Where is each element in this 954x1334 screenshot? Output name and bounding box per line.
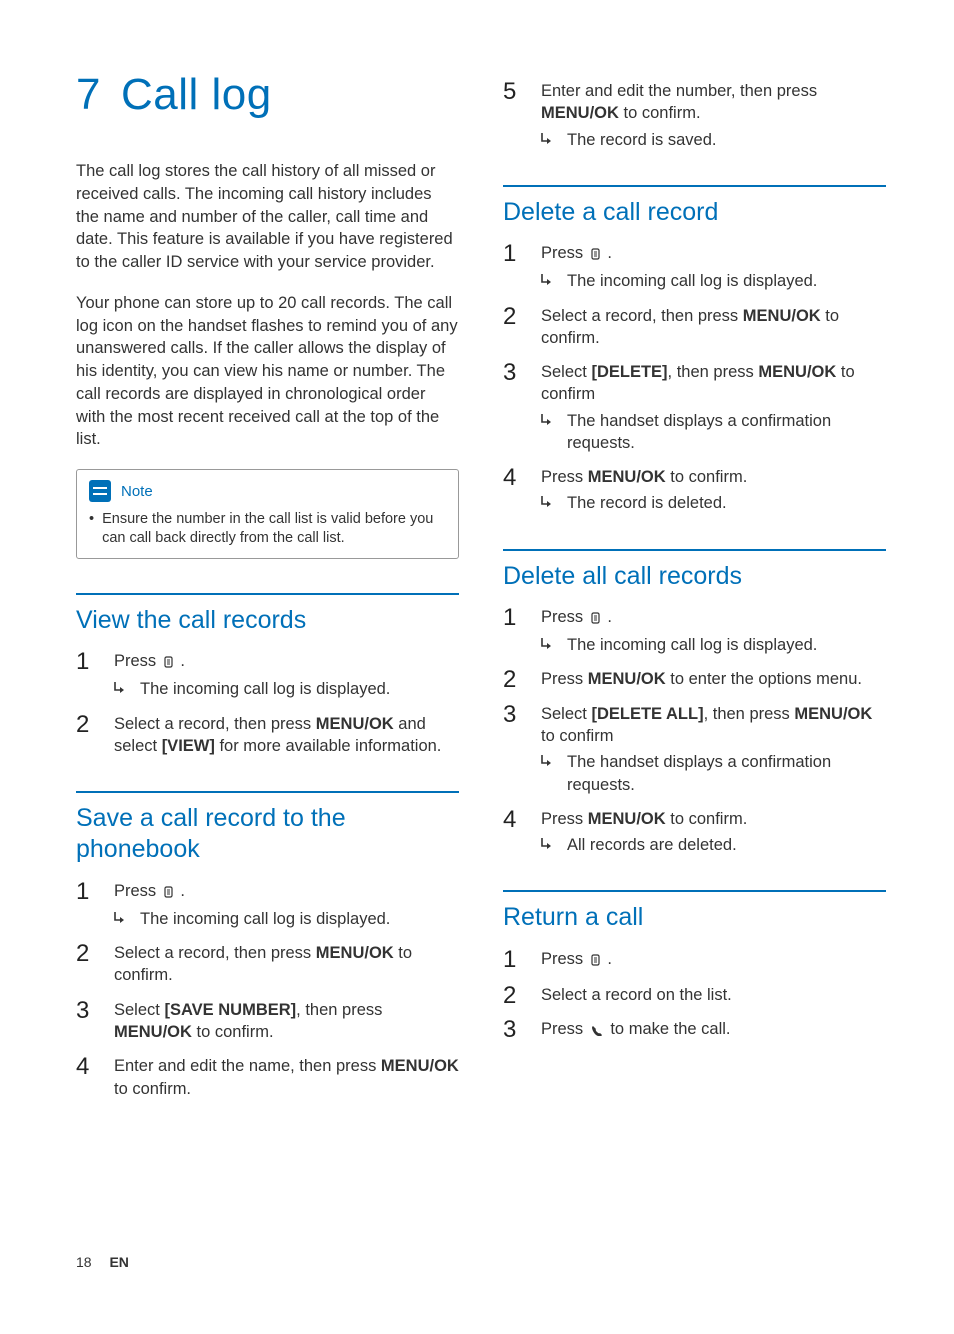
calllog-icon <box>590 244 601 266</box>
steps-save-cont: Enter and edit the number, then press ME… <box>503 80 886 151</box>
section-rule <box>76 791 459 793</box>
page-number: 18 <box>76 1254 92 1270</box>
step: Press . The incoming call log is display… <box>503 606 886 657</box>
step: Select a record on the list. <box>503 984 886 1006</box>
steps-view: Press . The incoming call log is display… <box>76 650 459 757</box>
result-text: The handset displays a confirmation requ… <box>567 751 886 796</box>
step: Press . The incoming call log is display… <box>503 242 886 293</box>
result-arrow-icon <box>541 410 557 455</box>
step: Press . <box>503 948 886 972</box>
step: Enter and edit the number, then press ME… <box>503 80 886 151</box>
step: Select [DELETE], then press MENU/OK to c… <box>503 361 886 454</box>
note-box: Note • Ensure the number in the call lis… <box>76 469 459 559</box>
section-rule <box>76 593 459 595</box>
section-title-save: Save a call record to the phonebook <box>76 803 459 866</box>
section-rule <box>503 185 886 187</box>
step: Enter and edit the name, then press MENU… <box>76 1055 459 1100</box>
result-text: All records are deleted. <box>567 834 737 856</box>
result-arrow-icon <box>541 834 557 856</box>
step: Select a record, then press MENU/OK to c… <box>503 305 886 350</box>
result-arrow-icon <box>541 492 557 514</box>
calllog-icon <box>590 950 601 972</box>
call-icon <box>590 1020 604 1042</box>
section-title-delete-all: Delete all call records <box>503 561 886 592</box>
note-icon <box>89 480 111 502</box>
result-text: The handset displays a confirmation requ… <box>567 410 886 455</box>
section-rule <box>503 549 886 551</box>
step: Select a record, then press MENU/OK to c… <box>76 942 459 987</box>
step: Press . The incoming call log is display… <box>76 650 459 701</box>
steps-return: Press . Select a record on the list. Pre… <box>503 948 886 1043</box>
section-title-return: Return a call <box>503 902 886 933</box>
steps-save: Press . The incoming call log is display… <box>76 880 459 1100</box>
document-page: 7 Call log The call log stores the call h… <box>0 0 954 1112</box>
intro-paragraph-2: Your phone can store up to 20 call recor… <box>76 292 459 451</box>
intro-paragraph-1: The call log stores the call history of … <box>76 160 459 274</box>
step: Press MENU/OK to confirm. All records ar… <box>503 808 886 857</box>
step: Press MENU/OK to confirm. The record is … <box>503 466 886 515</box>
result-text: The record is deleted. <box>567 492 727 514</box>
steps-delete-all: Press . The incoming call log is display… <box>503 606 886 856</box>
step: Press . The incoming call log is display… <box>76 880 459 931</box>
steps-delete-one: Press . The incoming call log is display… <box>503 242 886 515</box>
result-text: The incoming call log is displayed. <box>567 270 817 292</box>
result-text: The incoming call log is displayed. <box>140 908 390 930</box>
result-arrow-icon <box>541 634 557 656</box>
note-text: Ensure the number in the call list is va… <box>102 510 446 548</box>
section-title-view: View the call records <box>76 605 459 636</box>
section-title-delete-one: Delete a call record <box>503 197 886 228</box>
page-footer: 18 EN <box>76 1254 129 1270</box>
calllog-icon <box>163 882 174 904</box>
page-lang: EN <box>109 1254 128 1270</box>
step: Select [DELETE ALL], then press MENU/OK … <box>503 703 886 796</box>
chapter-number: 7 <box>76 70 101 120</box>
step: Press MENU/OK to enter the options menu. <box>503 668 886 690</box>
result-text: The record is saved. <box>567 129 716 151</box>
left-column: 7 Call log The call log stores the call h… <box>76 70 459 1112</box>
result-arrow-icon <box>114 908 130 930</box>
section-rule <box>503 890 886 892</box>
step: Select a record, then press MENU/OK and … <box>76 713 459 758</box>
calllog-icon <box>163 652 174 674</box>
result-arrow-icon <box>541 129 557 151</box>
result-arrow-icon <box>541 751 557 796</box>
right-column: Enter and edit the number, then press ME… <box>503 70 886 1112</box>
result-text: The incoming call log is displayed. <box>140 678 390 700</box>
calllog-icon <box>590 608 601 630</box>
chapter-title: 7 Call log <box>76 70 459 120</box>
result-arrow-icon <box>541 270 557 292</box>
result-arrow-icon <box>114 678 130 700</box>
result-text: The incoming call log is displayed. <box>567 634 817 656</box>
step: Select [SAVE NUMBER], then press MENU/OK… <box>76 999 459 1044</box>
chapter-name: Call log <box>121 70 272 119</box>
step: Press to make the call. <box>503 1018 886 1042</box>
bullet-icon: • <box>89 510 94 548</box>
note-label: Note <box>121 483 153 500</box>
